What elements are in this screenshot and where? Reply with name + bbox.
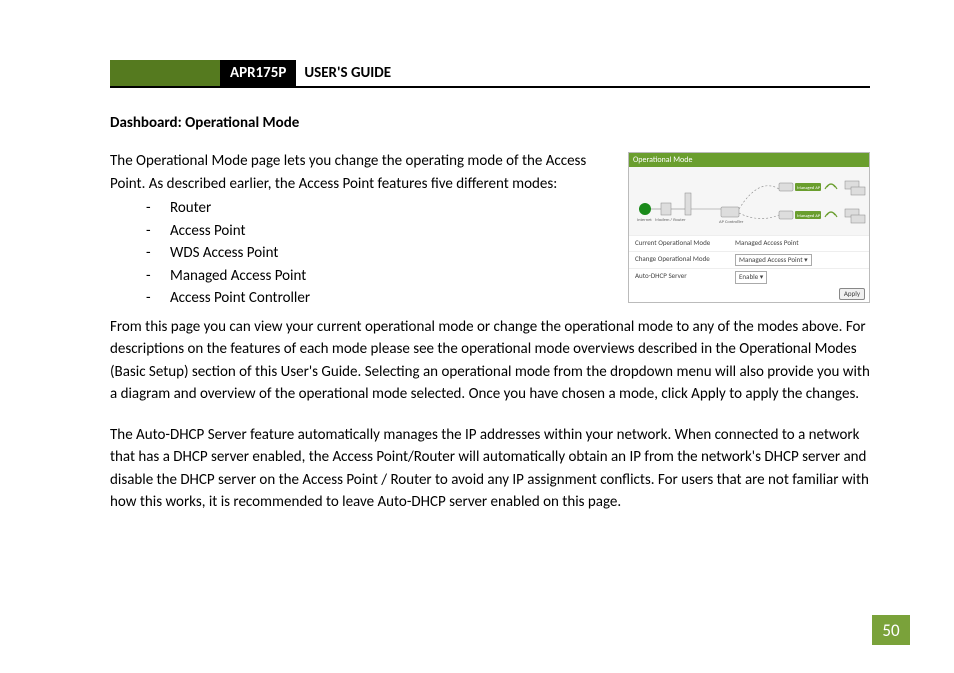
body-paragraph-2: From this page you can view your current…	[110, 316, 870, 406]
diagram-label-internet: Internet	[637, 218, 652, 223]
body-paragraph-3: The Auto-DHCP Server feature automatical…	[110, 424, 870, 514]
diagram-label-modem: Modem / Router	[655, 218, 686, 223]
body-block-1: Operational Mode Internet Modem / Router…	[110, 150, 870, 310]
section-heading: Dashboard: Operational Mode	[110, 114, 870, 132]
figure-row-dhcp-key: Auto-DHCP Server	[635, 271, 735, 284]
diagram-badge-ap1: Managed AP	[797, 186, 821, 191]
figure-settings-table: Current Operational Mode Managed Access …	[629, 235, 869, 302]
figure-dhcp-select[interactable]: Enable ▾	[735, 271, 767, 284]
figure-title-bar: Operational Mode	[629, 153, 869, 167]
figure-row-change-key: Change Operational Mode	[635, 254, 735, 267]
intro-paragraph: The Operational Mode page lets you chang…	[110, 152, 586, 193]
product-model: APR175P	[220, 60, 296, 86]
diagram-badge-ap2: Managed AP	[797, 214, 821, 219]
figure-topology-diagram: Internet Modem / Router AP Controller	[629, 167, 869, 235]
page-number-badge: 50	[872, 615, 910, 645]
header-accent-bar	[110, 60, 220, 86]
screenshot-figure: Operational Mode Internet Modem / Router…	[628, 152, 870, 303]
diagram-label-controller: AP Controller	[719, 220, 744, 225]
document-title: USER'S GUIDE	[296, 60, 391, 86]
figure-row-current-value: Managed Access Point	[735, 238, 863, 249]
figure-mode-select[interactable]: Managed Access Point ▾	[735, 254, 812, 267]
figure-apply-button[interactable]: Apply	[839, 288, 865, 301]
figure-row-current-key: Current Operational Mode	[635, 238, 735, 249]
document-header: APR175P USER'S GUIDE	[110, 60, 870, 88]
